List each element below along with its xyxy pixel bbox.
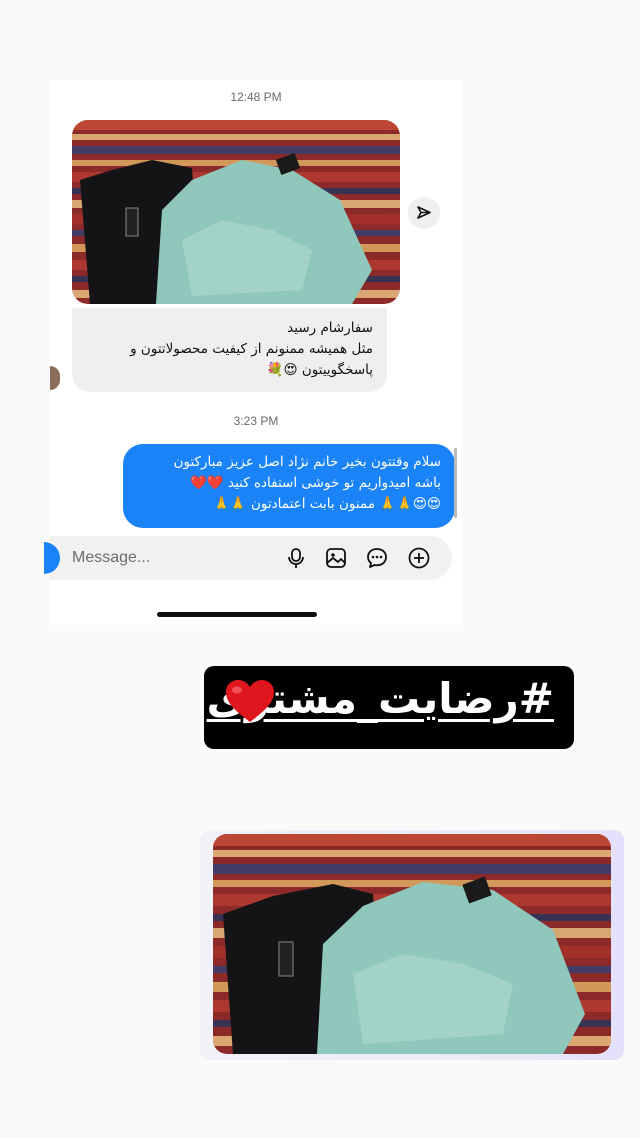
sent-line-3: 😍😍🙏🙏 ممنون بابت اعتمادتون 🙏🙏 [213,496,441,512]
chat-screenshot: 12:48 PM سفارشام رسید مثل همیشه ممنونم ا… [44,80,462,625]
scrollbar[interactable] [454,448,457,518]
title-sticker: #رضایت_مشتری [204,666,574,749]
message-composer: Message... [44,536,452,580]
timestamp: 3:23 PM [233,414,279,428]
send-icon [417,206,431,219]
timestamp: 12:48 PM [230,90,282,104]
avatar[interactable] [50,366,60,390]
story-page: 12:48 PM سفارشام رسید مثل همیشه ممنونم ا… [0,0,640,1138]
received-line-2: مثل همیشه ممنونم از کیفیت محصولاتتون و [130,341,373,357]
camera-icon[interactable] [44,542,60,574]
received-line-1: سفارشام رسید [287,320,373,336]
received-message-bubble: سفارشام رسید مثل همیشه ممنونم از کیفیت م… [72,308,387,392]
received-line-3: پاسخگوییتون 😍💐 [266,362,373,378]
sent-message-bubble: سلام وقتتون بخیر خانم نژاد اصل عزیز مبار… [123,444,455,528]
photo-message[interactable] [72,120,400,304]
message-input[interactable]: Message... [72,549,150,567]
red-heart-icon [226,680,274,722]
clothes-photo [213,834,611,1054]
gallery-icon[interactable] [324,546,348,570]
sticker-icon[interactable] [365,546,389,570]
microphone-icon[interactable] [284,546,308,570]
clothes-photo [213,834,611,1054]
sent-line-2: باشه امیدواریم تو خوشی استفاده کنید ❤️❤️ [190,475,441,491]
clothes-photo [72,120,400,304]
plus-circle-icon[interactable] [407,546,431,570]
sent-line-1: سلام وقتتون بخیر خانم نژاد اصل عزیز مبار… [173,454,441,470]
share-button[interactable] [408,197,440,229]
home-indicator [157,612,317,617]
